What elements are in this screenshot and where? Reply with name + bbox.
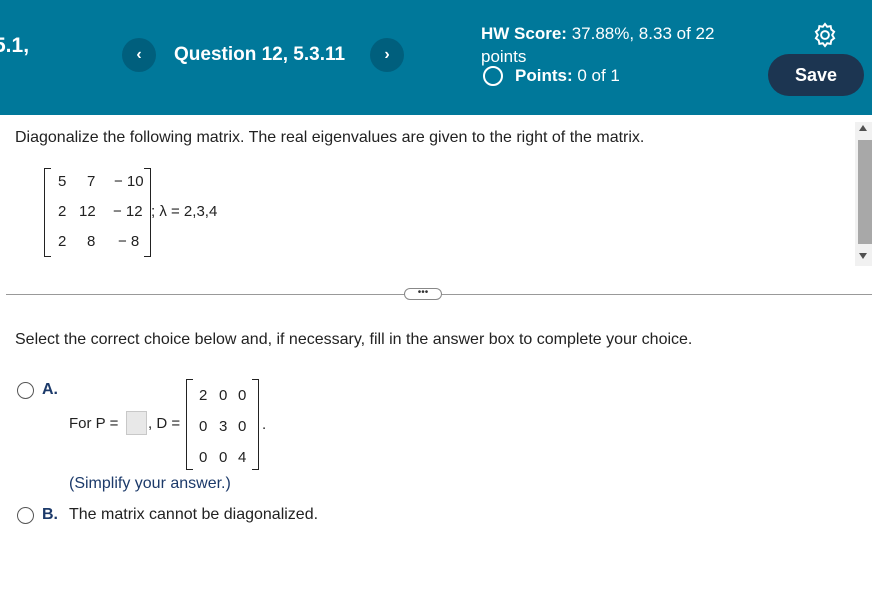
d-equals-label: , D =: [148, 415, 181, 432]
matrix-cell: 0: [238, 387, 247, 404]
for-p-label: For P =: [69, 415, 119, 432]
save-button[interactable]: Save: [768, 54, 864, 96]
hw-score-value: 37.88%, 8.33 of 22: [571, 24, 715, 43]
gear-icon[interactable]: [812, 22, 838, 48]
select-choice-text: Select the correct choice below and, if …: [15, 331, 693, 348]
section-number: 5.1,: [0, 34, 30, 57]
period: .: [262, 416, 267, 433]
next-question-button[interactable]: ›: [370, 38, 404, 72]
matrix-cell: 2: [199, 387, 208, 404]
header-bar: 5.1, ‹ Question 12, 5.3.11 › HW Score: 3…: [0, 0, 872, 115]
matrix-cell: 4: [238, 449, 247, 466]
matrix-cell: 0: [219, 387, 228, 404]
matrix-cell: 7: [87, 173, 96, 190]
matrix-cell: − 10: [114, 173, 144, 190]
eigenvalues-text: ; λ = 2,3,4: [151, 203, 218, 220]
matrix-cell: − 12: [113, 203, 143, 220]
matrix-left-bracket: [186, 379, 193, 470]
matrix-left-bracket: [44, 168, 51, 257]
matrix-cell: 8: [87, 233, 96, 250]
chevron-left-icon: ‹: [136, 46, 142, 63]
previous-question-button[interactable]: ‹: [122, 38, 156, 72]
matrix-cell: 12: [79, 203, 96, 220]
points-value: 0 of 1: [577, 66, 620, 85]
chevron-right-icon: ›: [384, 46, 390, 63]
simplify-hint: (Simplify your answer.): [69, 475, 231, 492]
matrix-cell: 5: [58, 173, 67, 190]
scroll-down-arrow-icon[interactable]: [859, 253, 867, 259]
hw-score-label: HW Score:: [481, 24, 567, 43]
matrix-cell: 0: [199, 418, 208, 435]
points-circle-icon: [483, 66, 503, 86]
matrix-right-bracket: [144, 168, 151, 257]
scrollbar-thumb[interactable]: [858, 140, 872, 244]
question-instruction: Diagonalize the following matrix. The re…: [15, 129, 645, 146]
hw-score: HW Score: 37.88%, 8.33 of 22 points: [481, 22, 761, 68]
matrix-cell: 0: [238, 418, 247, 435]
option-b-radio[interactable]: [17, 507, 34, 524]
expand-ellipsis-button[interactable]: •••: [404, 288, 442, 300]
option-b-label[interactable]: B.: [42, 506, 58, 524]
option-a-label[interactable]: A.: [42, 381, 58, 399]
matrix-cell: 2: [58, 203, 67, 220]
points-row: Points: 0 of 1: [481, 66, 620, 86]
points-label: Points:: [515, 66, 573, 85]
p-answer-box[interactable]: [126, 411, 147, 435]
matrix-cell: 0: [199, 449, 208, 466]
option-a-radio[interactable]: [17, 382, 34, 399]
matrix-right-bracket: [252, 379, 259, 470]
matrix-cell: − 8: [118, 233, 140, 250]
matrix-cell: 2: [58, 233, 67, 250]
scroll-up-arrow-icon[interactable]: [859, 125, 867, 131]
matrix-cell: 3: [219, 418, 228, 435]
matrix-cell: 0: [219, 449, 228, 466]
option-b-text[interactable]: The matrix cannot be diagonalized.: [69, 506, 318, 524]
question-title: Question 12, 5.3.11: [174, 44, 346, 65]
hw-score-unit: points: [481, 47, 527, 66]
